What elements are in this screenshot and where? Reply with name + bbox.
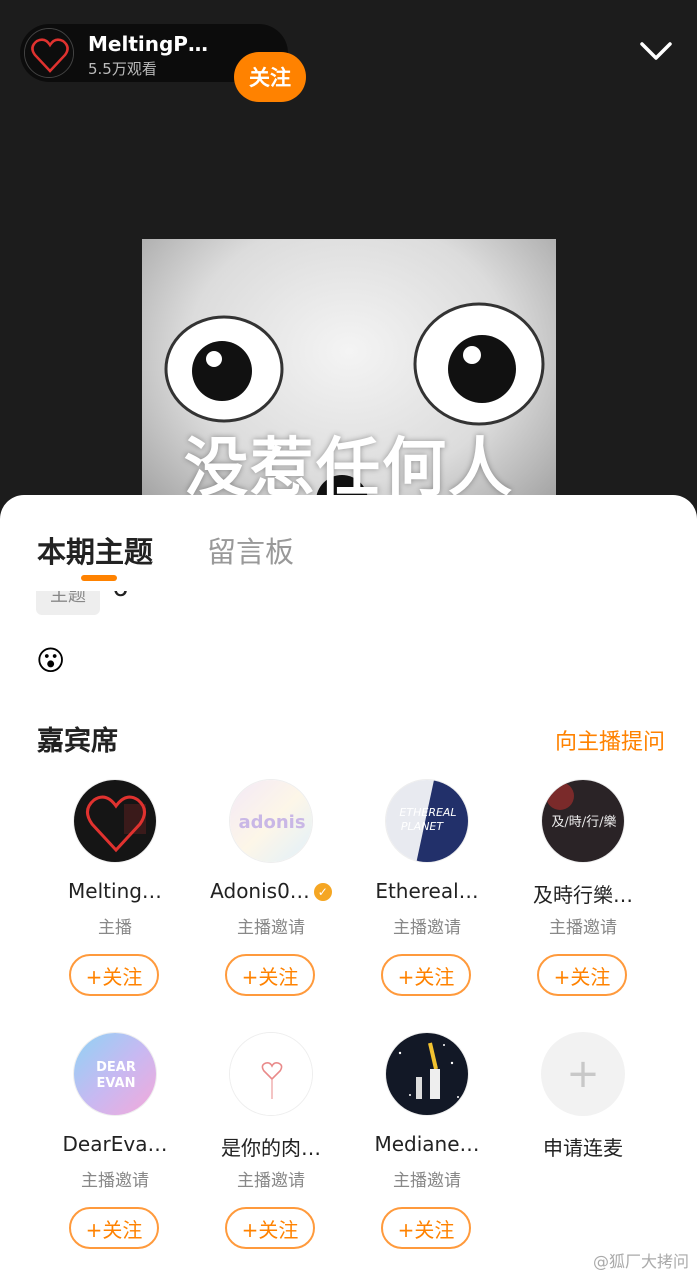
guest-role: 主播邀请: [237, 918, 305, 938]
guest-item: ETHEREAL PLANET Ethereal… 主播邀请 +关注: [351, 779, 501, 1019]
host-name: MeltingP…: [88, 32, 208, 56]
guest-avatar[interactable]: [385, 1032, 469, 1116]
chevron-down-icon[interactable]: [634, 34, 678, 70]
verified-badge-icon: ✓: [313, 883, 332, 901]
guest-name: Melting…: [68, 879, 162, 903]
guest-role: 主播邀请: [81, 1171, 149, 1191]
follow-guest-button[interactable]: +关注: [381, 1207, 471, 1249]
topic-row: 主题 6: [36, 591, 636, 619]
guest-item: Melting… 主播 +关注: [39, 779, 189, 1019]
apply-mic-label: 申请连麦: [543, 1136, 623, 1160]
tab-message-board[interactable]: 留言板: [207, 529, 294, 571]
tab-topic[interactable]: 本期主题: [37, 529, 153, 571]
apply-mic-item[interactable]: + 申请连麦: [507, 1032, 657, 1272]
guest-item: Mediane… 主播邀请 +关注: [351, 1032, 501, 1272]
guest-name: Adonis0… ✓: [195, 879, 347, 903]
apply-mic-button[interactable]: +: [541, 1032, 625, 1116]
guest-item: 是你的肉… 主播邀请 +关注: [195, 1032, 345, 1272]
guest-item: 及/時/行/樂 及時行樂… 主播邀请 +关注: [507, 779, 657, 1019]
topic-emoji: 😮: [36, 644, 66, 677]
guest-avatar[interactable]: 及/時/行/樂: [541, 779, 625, 863]
guest-name: 及時行樂…: [533, 883, 633, 907]
ethereal-logo-text: ETHEREAL: [399, 806, 456, 819]
guest-role: 主播邀请: [393, 1171, 461, 1191]
guest-role: 主播邀请: [393, 918, 461, 938]
guest-avatar[interactable]: ETHEREAL PLANET: [385, 779, 469, 863]
guest-role: 主播: [98, 918, 132, 938]
follow-guest-button[interactable]: +关注: [225, 954, 315, 996]
guest-role: 主播邀请: [237, 1171, 305, 1191]
follow-guest-button[interactable]: +关注: [381, 954, 471, 996]
evan-logo-text: EVAN: [97, 1076, 136, 1091]
plus-icon: +: [566, 1051, 600, 1097]
follow-guest-button[interactable]: +关注: [69, 1207, 159, 1249]
topic-tag: 主题: [36, 591, 100, 615]
adonis-logo-text: adonis: [238, 812, 305, 833]
dear-logo-text: DEAR: [96, 1060, 136, 1075]
ask-host-link[interactable]: 向主播提问: [555, 724, 665, 756]
live-stage: MeltingP… 5.5万观看 关注 没惹任何人: [0, 0, 697, 520]
guest-avatar[interactable]: [229, 1032, 313, 1116]
tab-bar: 本期主题 留言板: [0, 495, 697, 585]
guest-avatar[interactable]: DEAR EVAN: [73, 1032, 157, 1116]
guest-role: 主播邀请: [549, 918, 617, 938]
guest-item: adonis Adonis0… ✓ 主播邀请 +关注: [195, 779, 345, 1019]
guest-name: Ethereal…: [375, 879, 479, 903]
guest-name-text: Adonis0…: [210, 879, 310, 903]
topic-value: 6: [112, 591, 129, 603]
watermark: @狐厂大拷问: [592, 1252, 689, 1271]
follow-guest-button[interactable]: +关注: [69, 954, 159, 996]
guest-name: Mediane…: [374, 1132, 480, 1156]
host-avatar[interactable]: [24, 28, 74, 78]
guest-avatar[interactable]: adonis: [229, 779, 313, 863]
guest-section-title: 嘉宾席: [37, 726, 118, 757]
view-count: 5.5万观看: [88, 60, 157, 78]
host-info-chip[interactable]: MeltingP… 5.5万观看 关注: [20, 24, 306, 102]
follow-guest-button[interactable]: +关注: [225, 1207, 315, 1249]
topic-sheet: 本期主题 留言板 主题 6 😮 嘉宾席 向主播提问 Melting… 主播 +关…: [0, 495, 697, 1280]
guest-item: DEAR EVAN DearEva… 主播邀请 +关注: [39, 1032, 189, 1272]
follow-host-button[interactable]: 关注: [234, 52, 306, 102]
stream-cover-image: 没惹任何人: [142, 239, 556, 520]
follow-guest-button[interactable]: +关注: [537, 954, 627, 996]
active-tab-indicator: [81, 575, 117, 581]
guest-name: 是你的肉…: [221, 1136, 321, 1160]
jishi-logo-text: 及/時/行/樂: [551, 814, 616, 830]
guest-name: DearEva…: [62, 1132, 168, 1156]
guest-avatar[interactable]: [73, 779, 157, 863]
planet-logo-text: PLANET: [401, 820, 444, 833]
